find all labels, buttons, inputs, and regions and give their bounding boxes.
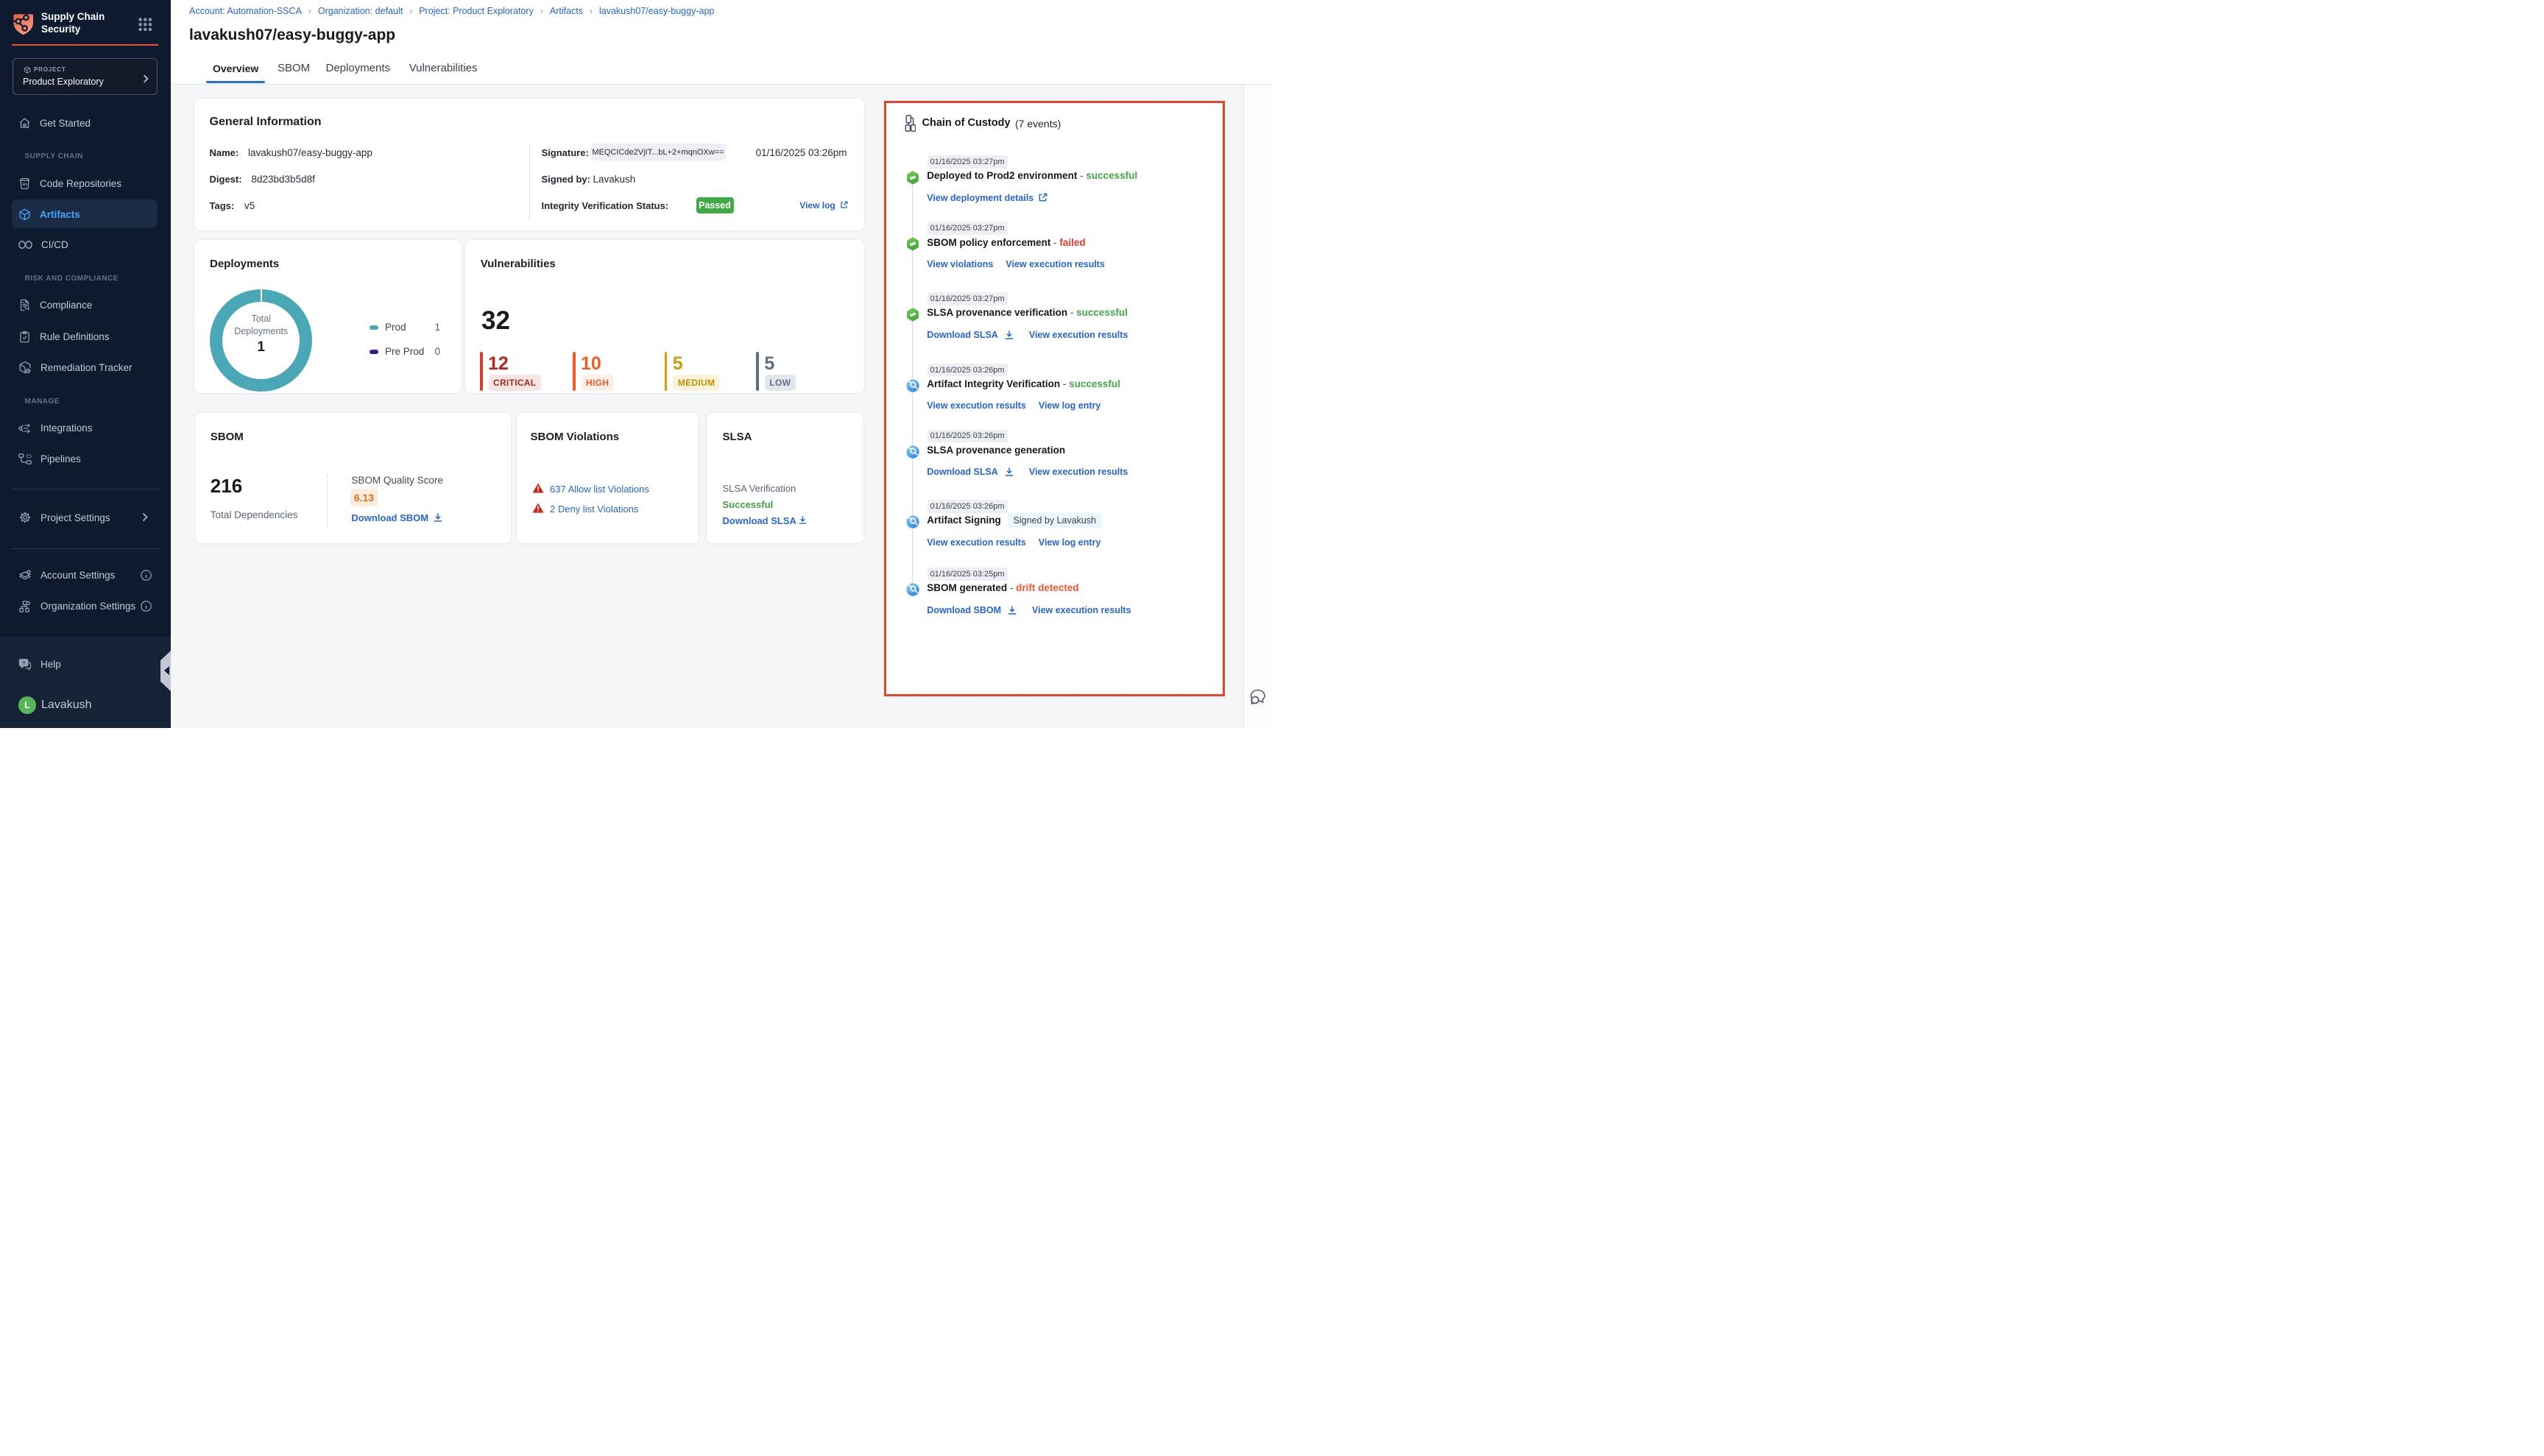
svg-text:?: ? xyxy=(22,661,25,666)
